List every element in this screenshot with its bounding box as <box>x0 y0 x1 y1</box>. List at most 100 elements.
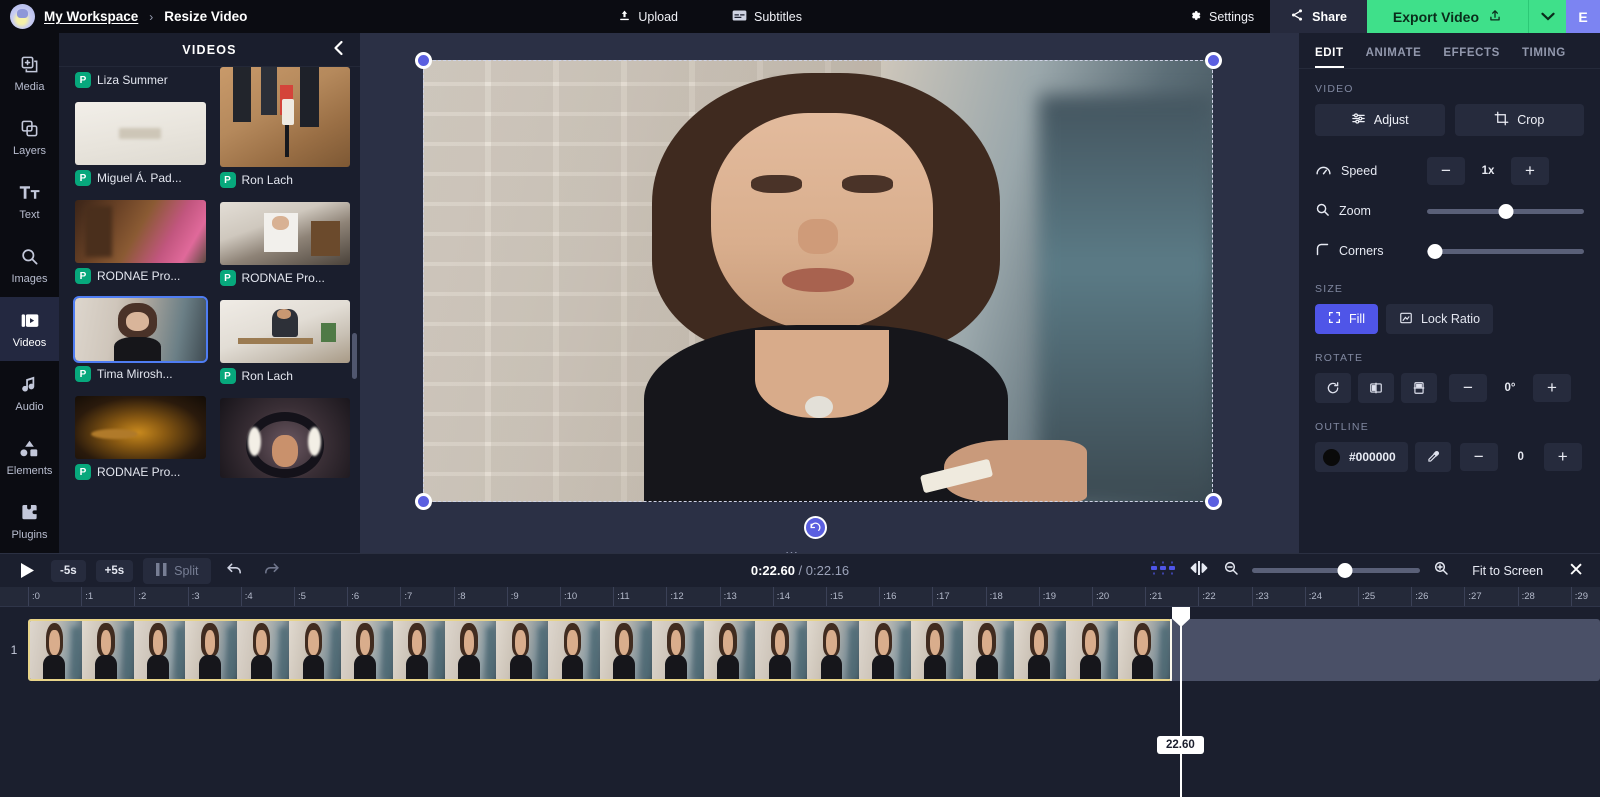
resize-handle-bottom-right[interactable] <box>1205 493 1222 510</box>
settings-button[interactable]: Settings <box>1173 0 1270 33</box>
crop-button[interactable]: Crop <box>1454 104 1584 136</box>
speed-decrease-button[interactable]: − <box>1427 157 1465 185</box>
video-thumbnail[interactable] <box>219 398 350 478</box>
timeline: -5s +5s Split 0:22.60 / 0:22.16 Fit to S… <box>0 553 1600 797</box>
ruler-tick: :25 <box>1358 587 1375 606</box>
fit-clips-icon[interactable] <box>1188 560 1210 581</box>
pexels-badge: P <box>75 170 91 186</box>
video-thumbnail-selected[interactable] <box>73 296 208 363</box>
outline-color-picker[interactable]: #000000 <box>1315 442 1408 472</box>
outline-decrease-button[interactable]: − <box>1459 443 1498 471</box>
corners-slider[interactable] <box>1427 241 1584 261</box>
flip-vertical-button[interactable] <box>1401 373 1437 403</box>
video-thumbnail[interactable] <box>75 396 206 459</box>
speed-increase-button[interactable]: + <box>1511 157 1549 185</box>
export-video-button[interactable]: Export Video <box>1366 0 1528 33</box>
zoom-label-group: Zoom <box>1315 202 1427 220</box>
pexels-badge: P <box>75 72 91 88</box>
video-thumbnail[interactable] <box>75 102 206 165</box>
video-actions: Adjust Crop <box>1315 104 1584 136</box>
magnetic-snap-icon[interactable] <box>1151 561 1176 580</box>
tab-animate[interactable]: ANIMATE <box>1366 43 1422 68</box>
tab-effects[interactable]: EFFECTS <box>1443 43 1500 68</box>
zoom-text: Zoom <box>1339 204 1371 218</box>
sidebar-item-layers[interactable]: Layers <box>0 105 59 169</box>
export-upload-icon <box>1488 8 1502 26</box>
chevron-down-icon <box>1540 8 1555 26</box>
share-button[interactable]: Share <box>1270 0 1367 33</box>
zoom-out-icon[interactable] <box>1223 560 1239 581</box>
audio-note-icon <box>19 374 41 396</box>
lock-ratio-button[interactable]: Lock Ratio <box>1385 304 1494 334</box>
zoom-slider[interactable] <box>1427 201 1584 221</box>
rotate-handle[interactable] <box>804 516 827 539</box>
rotate-increase-button[interactable]: + <box>1533 374 1571 402</box>
timeline-zoom-knob[interactable] <box>1337 563 1353 578</box>
skip-forward-5s-button[interactable]: +5s <box>95 559 134 582</box>
redo-icon[interactable] <box>258 561 285 580</box>
ruler-tick: :21 <box>1145 587 1162 606</box>
video-caption: P RODNAE Pro... <box>75 263 206 293</box>
user-avatar-button[interactable]: E <box>1566 0 1600 33</box>
eyedropper-button[interactable] <box>1414 442 1451 472</box>
sidebar-label: Text <box>19 208 40 221</box>
ruler-tick: :6 <box>347 587 359 606</box>
ruler-tick: :3 <box>187 587 200 606</box>
clip-frame <box>1014 621 1067 679</box>
fill-button[interactable]: Fill <box>1315 304 1378 334</box>
split-button[interactable]: Split <box>143 557 212 584</box>
rotate-value: 0° <box>1504 382 1516 394</box>
zoom-in-icon[interactable] <box>1433 560 1449 581</box>
corners-control: Corners <box>1315 233 1584 269</box>
video-thumbnail[interactable] <box>219 202 350 265</box>
clip-frame <box>289 621 341 679</box>
resize-handle-top-left[interactable] <box>415 52 432 69</box>
zoom-magnifier-icon <box>1315 202 1330 220</box>
sidebar-item-images[interactable]: Images <box>0 233 59 297</box>
timeline-zoom-slider[interactable] <box>1252 563 1421 579</box>
size-actions: Fill Lock Ratio <box>1315 304 1584 334</box>
subtitles-button[interactable]: Subtitles <box>726 5 808 29</box>
timeline-clip[interactable] <box>28 619 1172 681</box>
sidebar-item-elements[interactable]: Elements <box>0 425 59 489</box>
skip-back-5s-button[interactable]: -5s <box>51 559 86 582</box>
rotate-decrease-button[interactable]: − <box>1449 374 1487 402</box>
fit-to-screen-button[interactable]: Fit to Screen <box>1462 559 1553 583</box>
tab-edit[interactable]: EDIT <box>1315 43 1344 68</box>
clip-right-edge-handle[interactable] <box>1170 619 1172 681</box>
sidebar-item-audio[interactable]: Audio <box>0 361 59 425</box>
corners-slider-knob[interactable] <box>1427 243 1443 259</box>
workspace-link[interactable]: My Workspace <box>44 9 138 24</box>
playhead[interactable] <box>1180 607 1182 797</box>
ruler-tick: :4 <box>240 587 253 606</box>
video-thumbnail[interactable] <box>219 300 350 363</box>
play-icon[interactable] <box>14 562 41 579</box>
upload-button[interactable]: Upload <box>612 5 684 29</box>
video-caption: P Tima Mirosh... <box>75 361 206 391</box>
video-thumbnail[interactable] <box>75 200 206 263</box>
sidebar-item-plugins[interactable]: Plugins <box>0 489 59 553</box>
video-thumbnail[interactable] <box>219 67 350 167</box>
track-number: 1 <box>10 643 18 657</box>
export-options-button[interactable] <box>1528 0 1566 33</box>
undo-icon[interactable] <box>221 561 248 580</box>
flip-horizontal-button[interactable] <box>1358 373 1394 403</box>
resize-handle-top-right[interactable] <box>1205 52 1222 69</box>
sidebar-item-videos[interactable]: Videos <box>0 297 59 361</box>
tab-timing[interactable]: TIMING <box>1522 43 1566 68</box>
rotate-button[interactable] <box>1315 373 1351 403</box>
outline-increase-button[interactable]: + <box>1543 443 1582 471</box>
outline-color-value: #000000 <box>1349 450 1396 464</box>
close-icon[interactable]: ✕ <box>1566 559 1586 582</box>
sidebar-item-media[interactable]: Media <box>0 41 59 105</box>
zoom-slider-knob[interactable] <box>1498 203 1513 219</box>
canvas-stage[interactable]: ⋯ <box>360 33 1299 560</box>
chevron-left-icon[interactable] <box>333 40 344 60</box>
timeline-ruler[interactable]: :0:1:2:3:4:5:6:7:8:9:10:11:12:13:14:15:1… <box>0 587 1600 607</box>
time-separator: / <box>794 563 806 578</box>
sidebar-item-text[interactable]: Text <box>0 169 59 233</box>
media-icon <box>19 54 41 76</box>
resize-handle-bottom-left[interactable] <box>415 493 432 510</box>
adjust-button[interactable]: Adjust <box>1315 104 1445 136</box>
panel-scrollbar[interactable] <box>352 333 357 379</box>
